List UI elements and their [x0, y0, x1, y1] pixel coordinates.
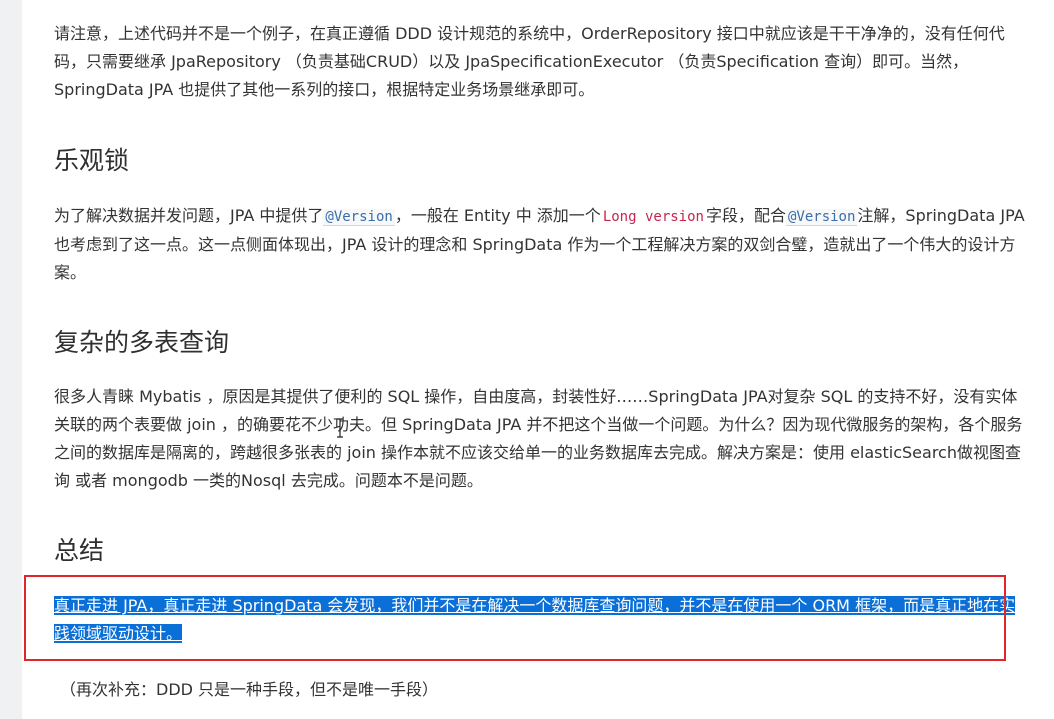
long-version-code: Long version: [602, 209, 704, 225]
text-cursor-icon: [337, 418, 343, 438]
red-highlight-box: [24, 575, 1006, 661]
summary-note: （再次补充：DDD 只是一种手段，但不是唯一手段）: [60, 680, 439, 699]
article-page: 请注意，上述代码并不是一个例子，在真正遵循 DDD 设计规范的系统中，Order…: [0, 0, 1054, 719]
intro-paragraph: 请注意，上述代码并不是一个例子，在真正遵循 DDD 设计规范的系统中，Order…: [54, 24, 1005, 99]
optimistic-lock-text-1: 为了解决数据并发问题，JPA 中提供了: [54, 206, 324, 225]
optimistic-lock-paragraph: 为了解决数据并发问题，JPA 中提供了 @Version ，一般在 Entity 中…: [54, 202, 1026, 287]
heading-summary: 总结: [54, 536, 105, 565]
optimistic-lock-text-2: ，一般在 Entity 中 添加一个: [394, 206, 601, 225]
heading-optimistic-lock: 乐观锁: [54, 146, 130, 175]
complex-query-paragraph: 很多人青睐 Mybatis ，原因是其提供了便利的 SQL 操作，自由度高，封装…: [54, 387, 1023, 490]
left-gutter: [0, 0, 22, 719]
version-annotation-code: @Version: [323, 209, 395, 226]
heading-complex-query: 复杂的多表查询: [54, 328, 230, 357]
optimistic-lock-text-3: 字段，配合: [705, 206, 786, 225]
version-annotation-code-2: @Version: [785, 209, 858, 226]
